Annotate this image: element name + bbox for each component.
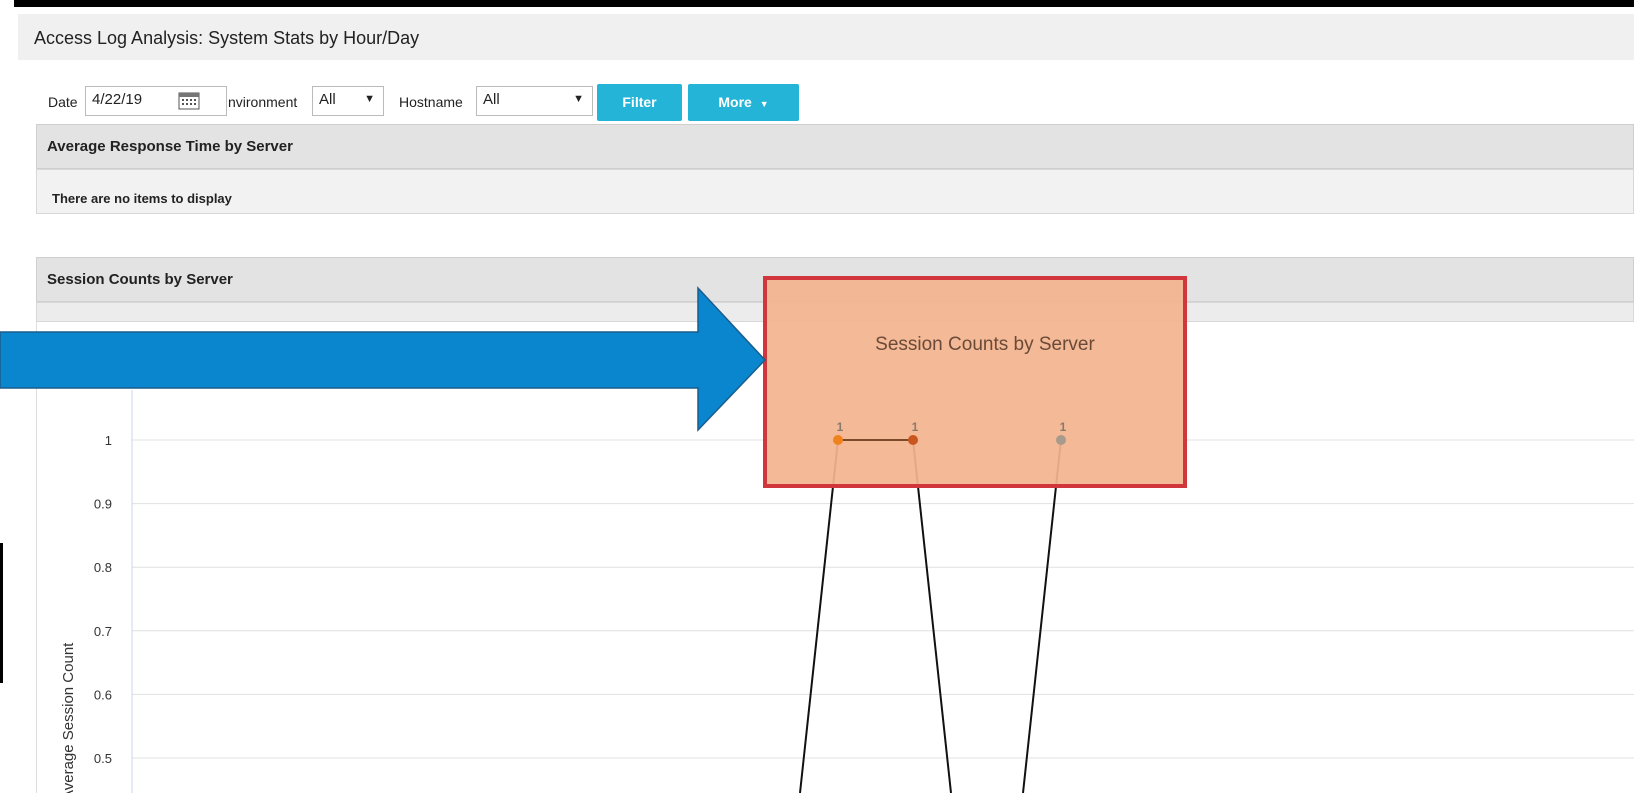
pointer-arrow: [0, 286, 767, 432]
y-tick-label: 0.6: [94, 687, 112, 702]
drop-line: [1022, 439, 1062, 793]
session-counts-chart: 1 0.9 0.8 0.7 0.6 0.5 Average Session Count S…: [0, 276, 1634, 793]
chart-title: Session Counts by Server: [875, 334, 1095, 355]
data-point[interactable]: [908, 435, 918, 445]
y-axis-ticks: 1 0.9 0.8 0.7 0.6 0.5: [94, 433, 112, 766]
y-tick-label: 0.7: [94, 624, 112, 639]
data-point[interactable]: [1056, 435, 1066, 445]
data-label: 1: [837, 420, 844, 434]
y-tick-label: 0.5: [94, 751, 112, 766]
drop-line: [799, 439, 839, 793]
y-tick-label: 0.9: [94, 497, 112, 512]
y-axis-label: Average Session Count: [60, 642, 77, 793]
chart-drop-lines: [799, 439, 1062, 793]
data-label: 1: [912, 420, 919, 434]
data-label: 1: [1060, 420, 1067, 434]
highlight-box: [765, 278, 1185, 486]
drop-line: [912, 439, 952, 793]
y-tick-label: 1: [105, 433, 112, 448]
screenshot-border-left: [0, 543, 3, 683]
y-tick-label: 0.8: [94, 560, 112, 575]
data-point[interactable]: [833, 435, 843, 445]
